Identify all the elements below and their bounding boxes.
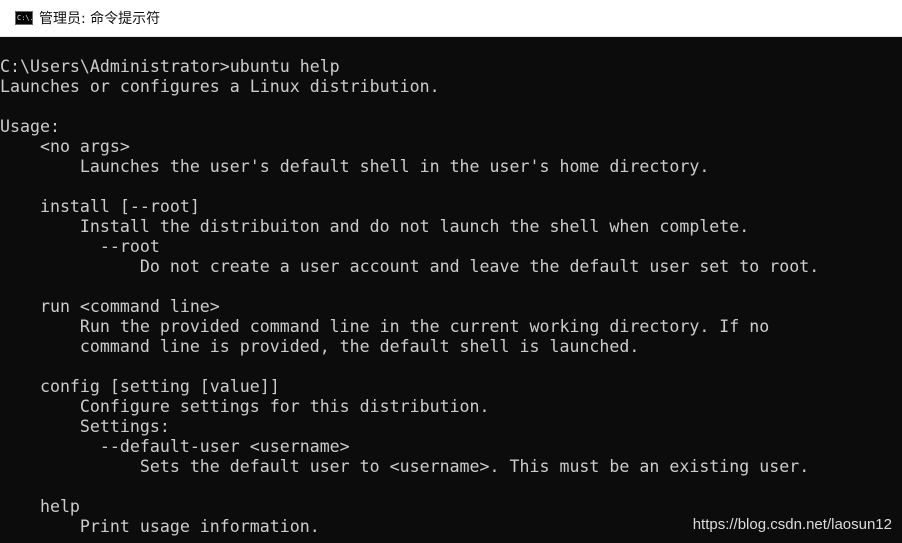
window-title: 管理员: 命令提示符 [39,11,161,27]
watermark-text: https://blog.csdn.net/laosun12 [692,516,892,533]
command-prompt-icon: C:\. [15,11,33,25]
title-bar[interactable]: C:\. 管理员: 命令提示符 [0,0,902,37]
console-line: --root [0,237,160,256]
console-line: config [setting [value]] [0,377,280,396]
console-line: help [0,497,80,516]
console-line: Install the distribuiton and do not laun… [0,217,750,236]
console-line: Sets the default user to <username>. Thi… [0,457,810,476]
console-line: Configure settings for this distribution… [0,397,490,416]
console-line: Do not create a user account and leave t… [0,257,820,276]
console-line: install [--root] [0,197,200,216]
console-line: C:\Users\Administrator>ubuntu help [0,57,340,76]
console-line: --default-user <username> [0,437,350,456]
console-line: Launches or configures a Linux distribut… [0,77,440,96]
console-line: command line is provided, the default sh… [0,337,640,356]
console-line: Run the provided command line in the cur… [0,317,770,336]
console-line: <no args> [0,137,130,156]
console-line: run <command line> [0,297,220,316]
console-output[interactable]: C:\Users\Administrator>ubuntu help Launc… [0,37,902,543]
console-line: Print usage information. [0,517,320,536]
console-line: Settings: [0,417,170,436]
console-line: Launches the user's default shell in the… [0,157,710,176]
console-line: Usage: [0,117,60,136]
